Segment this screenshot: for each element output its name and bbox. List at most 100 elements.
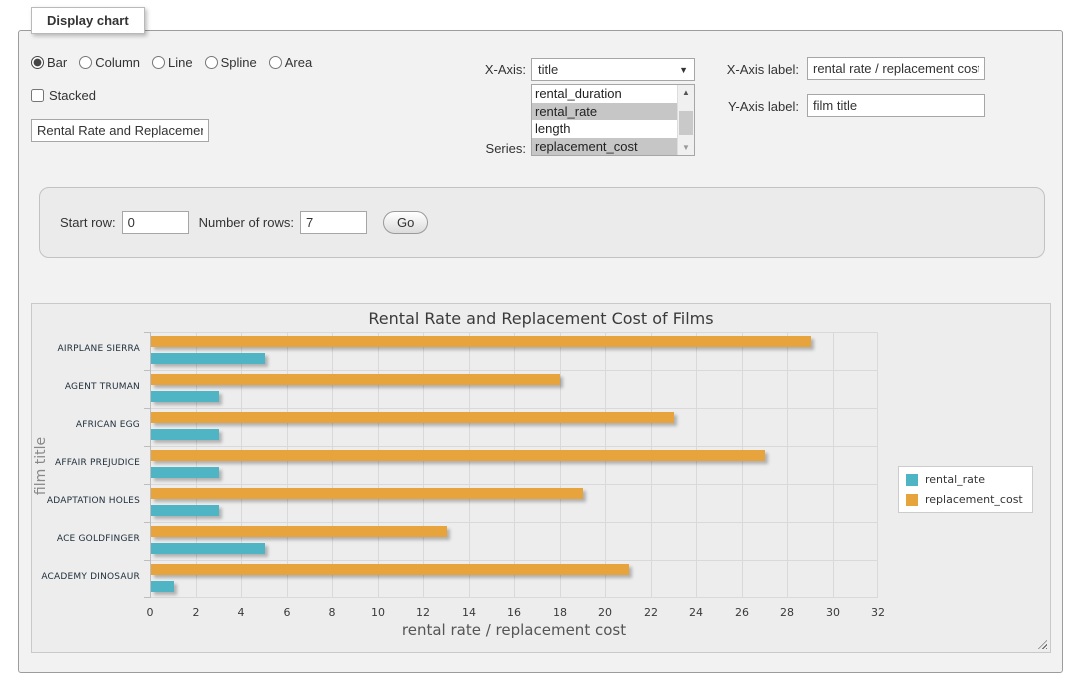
chart-legend: rental_rate replacement_cost — [898, 466, 1033, 513]
chart-type-option-spline: Spline — [205, 55, 257, 70]
x-tick-label: 4 — [221, 606, 261, 619]
gridline-h — [150, 560, 878, 561]
x-tick-label: 30 — [813, 606, 853, 619]
chart-type-radiogroup: Bar Column Line Spline Area — [31, 55, 320, 70]
x-axis-select[interactable]: title ▼ — [531, 58, 695, 81]
gridline-h — [150, 446, 878, 447]
chart-type-option-bar: Bar — [31, 55, 67, 70]
bar-rental_rate — [151, 543, 265, 554]
gridline-v — [514, 332, 515, 598]
x-tick-label: 20 — [585, 606, 625, 619]
chart-type-option-column: Column — [79, 55, 140, 70]
x-tick-label: 26 — [722, 606, 762, 619]
x-axis-title: rental rate / replacement cost — [150, 621, 878, 639]
x-tick-label: 10 — [358, 606, 398, 619]
start-row-input[interactable] — [122, 211, 189, 234]
scrollbar-thumb[interactable] — [679, 111, 693, 135]
scroll-up-icon[interactable]: ▲ — [678, 85, 694, 100]
legend-entry-rental_rate[interactable]: rental_rate — [906, 473, 1023, 486]
gridline-v — [696, 332, 697, 598]
series-scrollbar[interactable]: ▲ ▼ — [677, 85, 694, 155]
x-tick-label: 32 — [858, 606, 898, 619]
y-axis-label-input[interactable] — [807, 94, 985, 117]
display-chart-panel: Display chart BarColumnLineSplineArea St… — [18, 30, 1063, 673]
category-label: ACE GOLDFINGER — [32, 534, 140, 544]
scroll-down-icon[interactable]: ▼ — [678, 140, 694, 155]
series-options: rental_durationrental_ratelengthreplacem… — [532, 85, 677, 155]
gridline-v — [241, 332, 242, 598]
start-row-label: Start row: — [60, 215, 116, 230]
gridline-v — [196, 332, 197, 598]
series-option-replacement_cost[interactable]: replacement_cost — [532, 138, 677, 156]
stacked-row: Stacked — [31, 88, 96, 103]
y-axis-line — [150, 332, 151, 598]
gridline-v — [742, 332, 743, 598]
chart-type-radio-line[interactable] — [152, 56, 165, 69]
x-tick-label: 24 — [676, 606, 716, 619]
gridline-v — [560, 332, 561, 598]
gridline-v — [651, 332, 652, 598]
gridline-v — [332, 332, 333, 598]
legend-swatch-rental_rate — [906, 474, 918, 486]
chart-type-radio-bar[interactable] — [31, 56, 44, 69]
series-option-rental_duration[interactable]: rental_duration — [532, 85, 677, 103]
category-label: AFRICAN EGG — [32, 420, 140, 430]
x-tick-label: 22 — [631, 606, 671, 619]
gridline-v — [287, 332, 288, 598]
x-tick-label: 14 — [449, 606, 489, 619]
gridline-h — [150, 597, 878, 598]
y-axis-label-label: Y-Axis label: — [674, 99, 799, 114]
x-axis-selected-value: title — [538, 62, 679, 77]
resize-handle[interactable] — [1038, 640, 1047, 649]
x-tick-label: 12 — [403, 606, 443, 619]
x-axis-label-input[interactable] — [807, 57, 985, 80]
x-tick-label: 0 — [130, 606, 170, 619]
chart-type-option-line: Line — [152, 55, 193, 70]
chart-type-radio-spline[interactable] — [205, 56, 218, 69]
bar-rental_rate — [151, 581, 174, 592]
category-label: ADAPTATION HOLES — [32, 496, 140, 506]
legend-swatch-replacement_cost — [906, 494, 918, 506]
category-label: AGENT TRUMAN — [32, 382, 140, 392]
series-option-length[interactable]: length — [532, 120, 677, 138]
series-label: Series: — [399, 141, 526, 156]
gridline-v — [833, 332, 834, 598]
row-range-form: Start row: Number of rows: Go — [39, 187, 1045, 258]
x-axis-label-label: X-Axis label: — [674, 62, 799, 77]
bar-rental_rate — [151, 505, 219, 516]
gridline-v — [423, 332, 424, 598]
gridline-h — [150, 484, 878, 485]
gridline-v — [877, 332, 878, 598]
bar-replacement_cost — [151, 526, 447, 537]
x-tick-label: 16 — [494, 606, 534, 619]
bar-replacement_cost — [151, 488, 583, 499]
x-tick-label: 2 — [176, 606, 216, 619]
bar-rental_rate — [151, 353, 265, 364]
bar-rental_rate — [151, 391, 219, 402]
gridline-h — [150, 408, 878, 409]
category-label: AFFAIR PREJUDICE — [32, 458, 140, 468]
panel-title: Display chart — [31, 7, 145, 34]
bar-replacement_cost — [151, 374, 560, 385]
chart-type-radio-area[interactable] — [269, 56, 282, 69]
series-option-rental_rate[interactable]: rental_rate — [532, 103, 677, 121]
chart-title: Rental Rate and Replacement Cost of Film… — [32, 309, 1050, 328]
category-label: AIRPLANE SIERRA — [32, 344, 140, 354]
num-rows-input[interactable] — [300, 211, 367, 234]
go-button[interactable]: Go — [383, 211, 428, 234]
chart-title-input[interactable] — [31, 119, 209, 142]
gridline-v — [378, 332, 379, 598]
chart-type-radio-column[interactable] — [79, 56, 92, 69]
legend-label: replacement_cost — [925, 493, 1023, 506]
gridline-v — [605, 332, 606, 598]
x-tick-label: 8 — [312, 606, 352, 619]
series-listbox[interactable]: rental_durationrental_ratelengthreplacem… — [531, 84, 695, 156]
bar-rental_rate — [151, 429, 219, 440]
chart-type-option-area: Area — [269, 55, 312, 70]
bar-rental_rate — [151, 467, 219, 478]
gridline-v — [469, 332, 470, 598]
stacked-checkbox[interactable] — [31, 89, 44, 102]
bar-replacement_cost — [151, 564, 629, 575]
legend-entry-replacement_cost[interactable]: replacement_cost — [906, 493, 1023, 506]
gridline-v — [787, 332, 788, 598]
